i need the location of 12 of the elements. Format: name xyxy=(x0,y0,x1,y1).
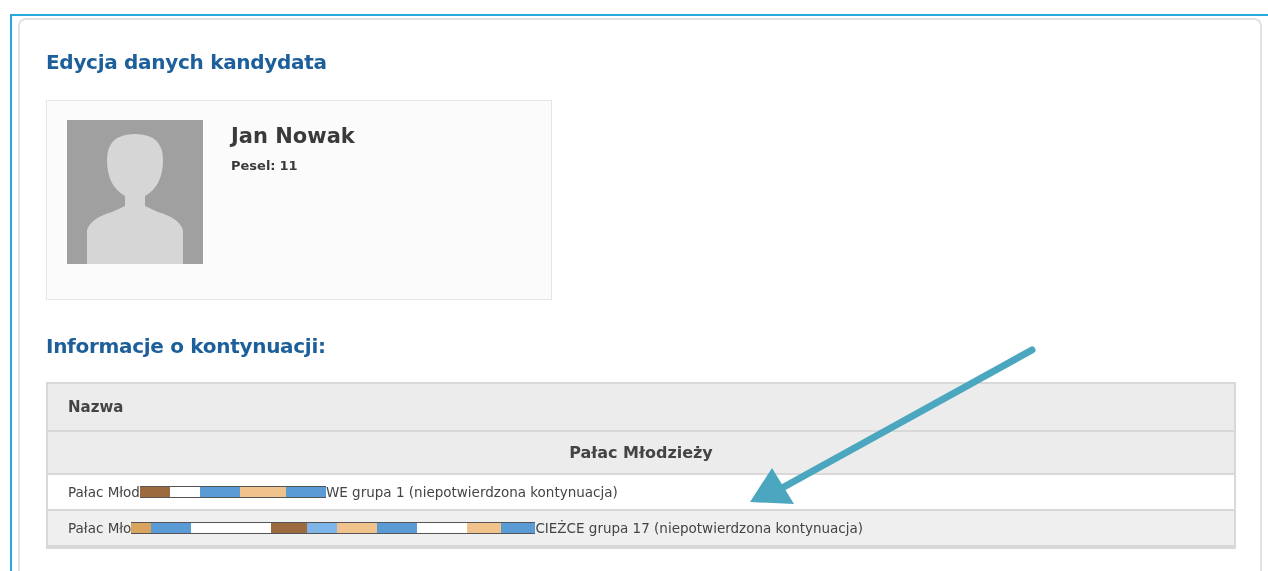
row-text: CIEŻCE grupa 17 (niepotwierdzona kontynuacja) xyxy=(535,520,864,536)
pesel-label: Pesel: xyxy=(231,158,276,173)
group-header: Pałac Młodzieży xyxy=(48,432,1234,475)
row-text: WE grupa 1 (niepotwierdzona kontynuacja) xyxy=(325,484,618,500)
avatar-silhouette-icon xyxy=(67,120,203,264)
candidate-name: Jan Nowak xyxy=(231,124,355,148)
page-title: Edycja danych kandydata xyxy=(46,50,328,74)
column-header: Nazwa xyxy=(48,384,1234,432)
row-text: Pałac Młod xyxy=(68,484,140,500)
row-text: Pałac Mło xyxy=(68,520,132,536)
section-title: Informacje o kontynuacji: xyxy=(46,334,327,358)
pesel-value: 11 xyxy=(279,158,298,173)
